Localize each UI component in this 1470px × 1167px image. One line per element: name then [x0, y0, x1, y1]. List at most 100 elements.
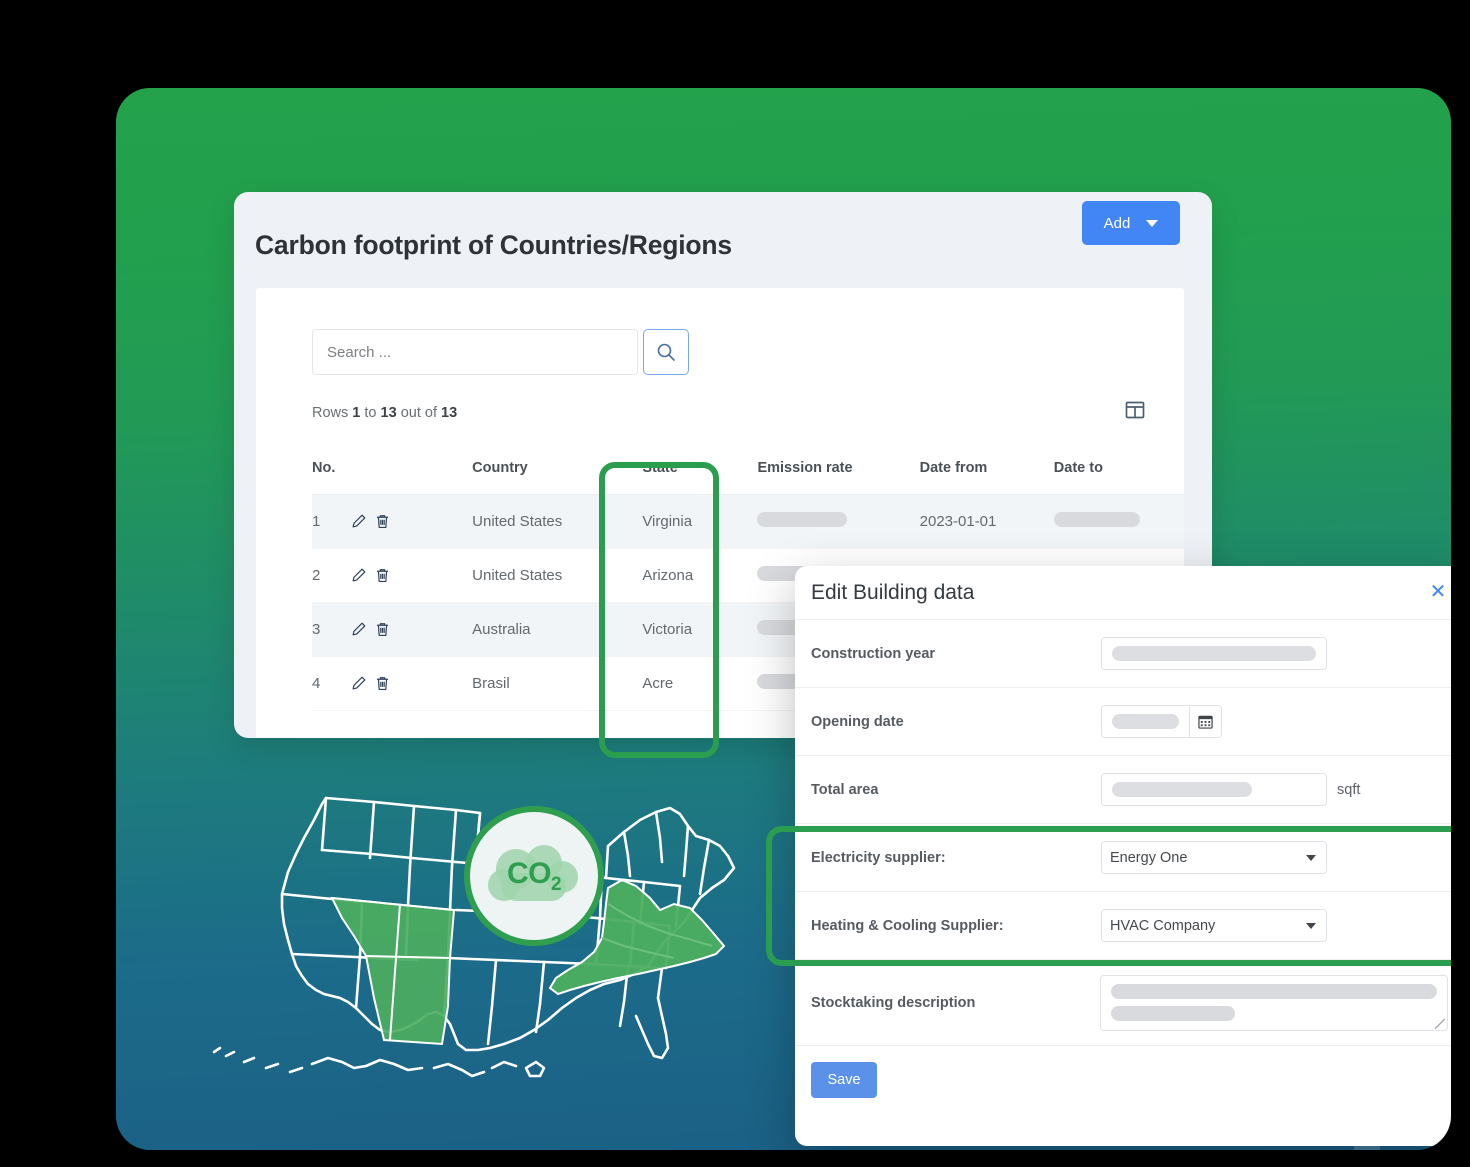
page-title: Carbon footprint of Countries/Regions — [255, 230, 732, 260]
redacted-value — [757, 512, 848, 527]
cell-state: Victoria — [620, 602, 758, 657]
field-row-total-area: Total area sqft — [795, 756, 1451, 824]
edit-row-button[interactable] — [350, 621, 367, 638]
add-button[interactable]: Add — [1082, 201, 1180, 245]
cell-actions — [350, 548, 473, 603]
construction-year-label: Construction year — [811, 645, 936, 662]
delete-row-button[interactable] — [374, 567, 391, 584]
column-header-date-from[interactable]: Date from — [919, 446, 1054, 495]
add-button-label: Add — [1103, 214, 1131, 232]
redacted-value — [1111, 1005, 1235, 1021]
column-header-no[interactable]: No. — [312, 446, 351, 495]
table-columns-button[interactable] — [1122, 398, 1148, 424]
cell-actions — [350, 656, 473, 711]
co2-subscript: 2 — [550, 873, 562, 895]
calendar-button[interactable] — [1189, 705, 1222, 738]
column-header-country[interactable]: Country — [472, 446, 621, 495]
cell-country: Australia — [472, 602, 621, 657]
device-frame: CO2 Add Carbon footprint of Countries/Re… — [48, 36, 1451, 1150]
edit-building-data-dialog: Edit Building data ✕ Construction year O… — [795, 566, 1451, 1146]
trash-icon — [377, 569, 389, 583]
cell-actions — [350, 494, 473, 549]
cell-no: 2 — [312, 548, 351, 603]
search-input[interactable] — [312, 329, 638, 375]
redacted-value — [1112, 646, 1316, 661]
dialog-header: Edit Building data ✕ — [795, 566, 1451, 620]
opening-date-field[interactable] — [1101, 705, 1189, 738]
save-button[interactable]: Save — [811, 1062, 877, 1098]
pencil-icon — [352, 568, 366, 582]
cell-state: Arizona — [620, 548, 758, 603]
pencil-icon — [352, 514, 366, 528]
trash-icon — [377, 677, 389, 691]
cell-state: Virginia — [620, 494, 758, 549]
field-row-stocktaking: Stocktaking description — [795, 960, 1451, 1046]
chevron-down-icon — [1146, 219, 1159, 227]
trash-icon — [377, 515, 389, 529]
electricity-supplier-select[interactable]: Energy One — [1101, 841, 1327, 874]
opening-date-label: Opening date — [811, 713, 904, 730]
field-row-heating-cooling-supplier: Heating & Cooling Supplier: HVAC Company — [795, 892, 1451, 960]
delete-row-button[interactable] — [374, 513, 391, 530]
cell-country: United States — [472, 494, 621, 549]
resize-handle[interactable] — [1435, 1018, 1445, 1029]
stocktaking-textarea[interactable] — [1100, 974, 1448, 1031]
app-screen: CO2 Add Carbon footprint of Countries/Re… — [116, 88, 1451, 1150]
column-header-emission-rate[interactable]: Emission rate — [757, 446, 920, 495]
cell-date-from: 2023-01-01 — [919, 494, 1054, 549]
field-row-construction-year: Construction year — [795, 620, 1451, 688]
table-head: No. Country State Emission rate Date fro… — [312, 446, 1184, 495]
co2-badge: CO2 — [464, 806, 604, 946]
redacted-value — [1053, 512, 1140, 527]
cell-no: 3 — [312, 602, 351, 657]
rows-info: Rows 1 to 13 out of 13 — [312, 405, 457, 421]
cell-no: 1 — [312, 494, 351, 549]
stocktaking-label: Stocktaking description — [811, 994, 976, 1011]
cell-country: United States — [472, 548, 621, 603]
table-columns-icon — [1125, 401, 1145, 419]
total-area-unit: sqft — [1337, 781, 1361, 798]
pencil-icon — [352, 676, 366, 690]
heating-cooling-supplier-select[interactable]: HVAC Company — [1101, 909, 1327, 942]
delete-row-button[interactable] — [374, 675, 391, 692]
search-button[interactable] — [643, 329, 689, 375]
field-row-opening-date: Opening date — [795, 688, 1451, 756]
search-icon — [657, 343, 675, 361]
cell-state: Acre — [620, 656, 758, 711]
cell-no: 4 — [312, 656, 351, 711]
redacted-value — [1112, 714, 1179, 729]
dialog-footer: Save — [795, 1046, 1451, 1114]
trash-icon — [377, 623, 389, 637]
dialog-title: Edit Building data — [811, 580, 975, 604]
redacted-value — [1111, 983, 1437, 999]
field-row-electricity-supplier: Electricity supplier: Energy One — [795, 824, 1451, 892]
column-header-date-to[interactable]: Date to — [1053, 446, 1184, 495]
electricity-supplier-select-wrap: Energy One — [1101, 841, 1327, 874]
table-row[interactable]: 1 United States Virginia 2023-01-01 — [312, 494, 1184, 549]
cell-emission-rate — [757, 494, 920, 549]
total-area-label: Total area — [811, 781, 879, 798]
edit-row-button[interactable] — [350, 675, 367, 692]
edit-row-button[interactable] — [350, 513, 367, 530]
cell-country: Brasil — [472, 656, 621, 711]
column-header-state[interactable]: State — [620, 446, 758, 495]
edit-row-button[interactable] — [350, 567, 367, 584]
total-area-field[interactable] — [1101, 773, 1327, 806]
table-header-row: No. Country State Emission rate Date fro… — [312, 446, 1184, 495]
electricity-supplier-label: Electricity supplier: — [811, 849, 946, 866]
delete-row-button[interactable] — [374, 621, 391, 638]
rows-info-mid: to — [360, 405, 381, 421]
search-bar — [312, 329, 689, 375]
construction-year-field[interactable] — [1101, 637, 1327, 670]
rows-info-suffix: out of — [396, 405, 442, 421]
co2-text: CO — [506, 856, 552, 890]
heating-cooling-supplier-label: Heating & Cooling Supplier: — [811, 917, 1004, 934]
rows-info-total: 13 — [441, 405, 458, 421]
heating-cooling-select-wrap: HVAC Company — [1101, 909, 1327, 942]
redacted-value — [1112, 782, 1252, 797]
rows-info-prefix: Rows — [312, 405, 353, 421]
close-icon[interactable]: ✕ — [1424, 578, 1451, 606]
cell-date-to — [1053, 494, 1184, 549]
pencil-icon — [352, 622, 366, 636]
rows-info-to: 13 — [380, 405, 397, 421]
